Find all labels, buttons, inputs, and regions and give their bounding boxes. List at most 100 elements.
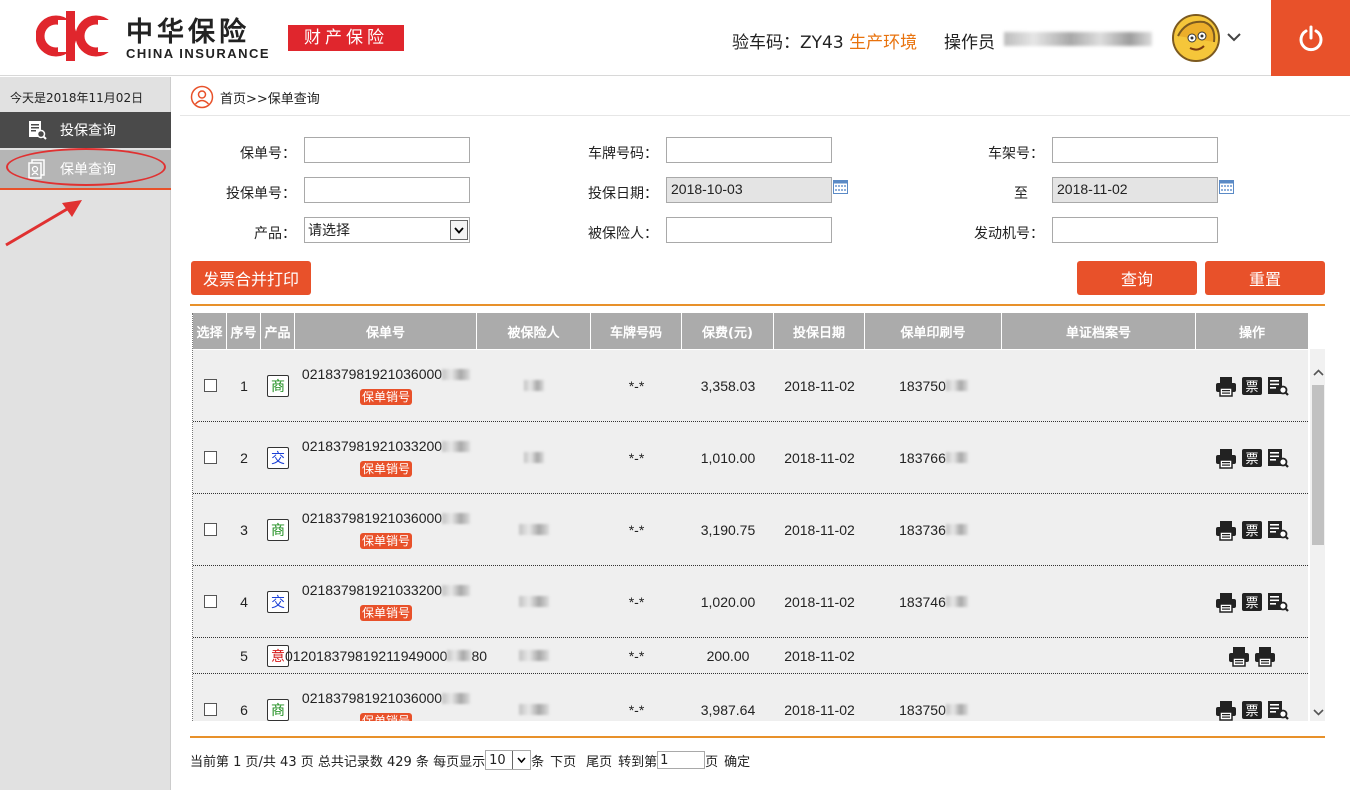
table-row[interactable]: 5 意 012018379819211949000 80 *-* 200.00 2… xyxy=(193,638,1308,674)
invoice-icon[interactable]: 票 xyxy=(1241,375,1263,397)
chevron-down-icon[interactable] xyxy=(1226,26,1242,47)
pagination: 当前第 1 页/共 43 页 总共记录数 429 条 每页显示 10 条 下页 … xyxy=(190,749,750,771)
redacted-insured xyxy=(519,650,549,661)
date-from-input[interactable]: 2018-10-03 xyxy=(666,177,832,203)
column-header: 序号 xyxy=(227,313,261,349)
table-header: 选择 序号 产品 保单号 被保险人 车牌号码 保费(元) 投保日期 保单印刷号 … xyxy=(193,313,1308,349)
invoice-icon[interactable]: 票 xyxy=(1241,591,1263,613)
document-search-icon xyxy=(26,119,48,141)
plate-input[interactable] xyxy=(666,137,832,163)
print-icon[interactable] xyxy=(1215,447,1237,469)
table-row[interactable]: 2 交 021837981921033200 保单销号 *-* 1,010.00… xyxy=(193,422,1308,494)
redacted-text xyxy=(945,704,968,715)
print-icon[interactable] xyxy=(1215,519,1237,541)
table-row[interactable]: 6 商 021837981921036000 保单销号 *-* 3,987.64… xyxy=(193,674,1308,721)
table-row[interactable]: 4 交 021837981921033200 保单销号 *-* 1,020.00… xyxy=(193,566,1308,638)
policy-number[interactable]: 012018379819211949000 xyxy=(285,648,447,664)
row-checkbox[interactable] xyxy=(203,595,217,608)
search-button[interactable]: 查询 xyxy=(1077,261,1197,295)
next-page-link[interactable]: 下页 xyxy=(550,751,576,770)
scroll-down-icon[interactable] xyxy=(1310,703,1325,721)
plate-value: *-* xyxy=(628,593,645,610)
premium-value: 3,358.03 xyxy=(700,377,756,394)
date-to-input[interactable]: 2018-11-02 xyxy=(1052,177,1218,203)
calendar-icon[interactable] xyxy=(1219,180,1234,194)
logout-button[interactable] xyxy=(1271,0,1350,76)
env-label: 生产环境 xyxy=(849,33,918,53)
svg-text:票: 票 xyxy=(1245,596,1258,611)
sidebar-item-label: 投保查询 xyxy=(60,123,116,139)
product-badge: 商 xyxy=(267,698,289,721)
insured-input[interactable] xyxy=(666,217,832,243)
view-details-icon[interactable] xyxy=(1267,591,1289,613)
invoice-icon[interactable]: 票 xyxy=(1241,447,1263,469)
cancel-policy-tag[interactable]: 保单销号 xyxy=(359,605,412,621)
brand-name-en: CHINA INSURANCE xyxy=(126,46,271,61)
sidebar-item-proposal-query[interactable]: 投保查询 xyxy=(0,112,171,148)
row-checkbox[interactable] xyxy=(203,379,217,392)
policy-no-input[interactable] xyxy=(304,137,470,163)
print-icon[interactable] xyxy=(1228,645,1250,667)
plate-value: *-* xyxy=(628,377,645,394)
cancel-policy-tag[interactable]: 保单销号 xyxy=(359,461,412,477)
policy-number[interactable]: 021837981921033200 xyxy=(302,438,442,454)
print-icon[interactable] xyxy=(1254,645,1276,667)
view-details-icon[interactable] xyxy=(1267,519,1289,541)
view-details-icon[interactable] xyxy=(1267,447,1289,469)
row-seq: 3 xyxy=(240,521,248,538)
print-icon[interactable] xyxy=(1215,375,1237,397)
scroll-up-icon[interactable] xyxy=(1310,363,1325,381)
calendar-icon[interactable] xyxy=(833,180,848,194)
print-icon[interactable] xyxy=(1215,591,1237,613)
goto-page-input[interactable]: 1 xyxy=(657,751,706,769)
date-value: 2018-11-02 xyxy=(784,521,855,538)
app-header: 中华保险 CHINA INSURANCE 财产保险 验车码：ZY43 生产环境 … xyxy=(0,0,1350,76)
breadcrumb: 首页>>保单查询 xyxy=(190,84,320,110)
redacted-text xyxy=(945,452,968,463)
row-seq: 1 xyxy=(240,377,248,394)
proposal-no-input[interactable] xyxy=(304,177,470,203)
policy-number[interactable]: 021837981921036000 xyxy=(302,510,442,526)
svg-text:票: 票 xyxy=(1245,524,1258,539)
policy-number[interactable]: 021837981921033200 xyxy=(302,582,442,598)
reset-button[interactable]: 重置 xyxy=(1205,261,1325,295)
invoice-icon[interactable]: 票 xyxy=(1241,519,1263,541)
view-details-icon[interactable] xyxy=(1267,699,1289,721)
merge-print-button[interactable]: 发票合并打印 xyxy=(191,261,311,295)
row-checkbox[interactable] xyxy=(203,703,217,716)
engine-input[interactable] xyxy=(1052,217,1218,243)
product-badge: 交 xyxy=(267,590,289,613)
policy-number[interactable]: 021837981921036000 xyxy=(302,690,442,706)
plate-value: *-* xyxy=(628,647,645,664)
avatar[interactable] xyxy=(1172,14,1220,62)
invoice-icon[interactable]: 票 xyxy=(1241,699,1263,721)
confirm-button[interactable]: 确定 xyxy=(724,751,750,770)
table-row[interactable]: 1 商 021837981921036000 保单销号 *-* 3,358.03… xyxy=(193,350,1308,422)
cancel-policy-tag[interactable]: 保单销号 xyxy=(359,713,412,721)
arrow-annotation xyxy=(5,200,82,247)
last-page-link[interactable]: 尾页 xyxy=(586,751,612,770)
cancel-policy-tag[interactable]: 保单销号 xyxy=(359,389,412,405)
product-select-value: 请选择 xyxy=(308,223,350,239)
power-icon xyxy=(1299,25,1322,52)
divider xyxy=(190,304,1325,306)
redacted-text xyxy=(442,368,471,380)
premium-value: 3,190.75 xyxy=(700,521,756,538)
view-details-icon[interactable] xyxy=(1267,375,1289,397)
table-row[interactable]: 3 商 021837981921036000 保单销号 *-* 3,190.75… xyxy=(193,494,1308,566)
date-value: 2018-11-02 xyxy=(784,593,855,610)
product-select[interactable]: 请选择 xyxy=(304,217,470,243)
table-scrollbar[interactable] xyxy=(1310,349,1325,721)
brand-tag: 财产保险 xyxy=(288,25,404,51)
table-body: 1 商 021837981921036000 保单销号 *-* 3,358.03… xyxy=(193,350,1308,721)
page-size-select[interactable]: 10 xyxy=(485,750,532,770)
scroll-thumb[interactable] xyxy=(1312,385,1324,545)
row-seq: 4 xyxy=(240,593,248,610)
print-icon[interactable] xyxy=(1215,699,1237,721)
cancel-policy-tag[interactable]: 保单销号 xyxy=(359,533,412,549)
row-checkbox[interactable] xyxy=(203,523,217,536)
column-header: 操作 xyxy=(1238,325,1265,341)
policy-number[interactable]: 021837981921036000 xyxy=(302,366,442,382)
row-checkbox[interactable] xyxy=(203,451,217,464)
vin-input[interactable] xyxy=(1052,137,1218,163)
